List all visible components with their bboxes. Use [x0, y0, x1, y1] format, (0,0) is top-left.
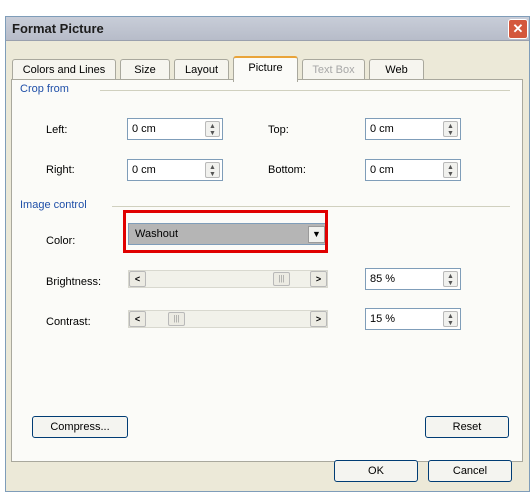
tab-size[interactable]: Size	[120, 59, 170, 81]
contrast-slider[interactable]: < ||| >	[128, 310, 328, 328]
image-control-group-heading: Image control	[20, 199, 91, 211]
arrow-left-icon[interactable]: <	[129, 271, 146, 287]
tab-picture[interactable]: Picture	[233, 56, 298, 82]
spin-arrows-icon[interactable]: ▲ ▼	[205, 162, 220, 178]
compress-button[interactable]: Compress...	[32, 416, 128, 438]
contrast-label: Contrast:	[46, 316, 91, 328]
crop-top-value: 0 cm	[370, 123, 394, 135]
brightness-slider-thumb[interactable]: |||	[273, 272, 290, 286]
spin-arrows-icon[interactable]: ▲ ▼	[443, 121, 458, 137]
ok-button[interactable]: OK	[334, 460, 418, 482]
color-dropdown-value: Washout	[135, 228, 179, 240]
crop-right-value: 0 cm	[132, 164, 156, 176]
crop-group-divider	[100, 90, 510, 91]
spin-arrows-icon[interactable]: ▲ ▼	[205, 121, 220, 137]
crop-left-label: Left:	[46, 124, 68, 136]
crop-bottom-spinner[interactable]: 0 cm ▲ ▼	[365, 159, 461, 181]
tab-colors-and-lines[interactable]: Colors and Lines	[12, 59, 116, 81]
contrast-value: 15 %	[370, 313, 396, 325]
tab-text-box: Text Box	[302, 59, 365, 81]
color-label: Color:	[46, 235, 76, 247]
brightness-value: 85 %	[370, 273, 396, 285]
contrast-spinner[interactable]: 15 % ▲ ▼	[365, 308, 461, 330]
spin-arrows-icon[interactable]: ▲ ▼	[443, 162, 458, 178]
crop-top-spinner[interactable]: 0 cm ▲ ▼	[365, 118, 461, 140]
tab-web[interactable]: Web	[369, 59, 424, 81]
tab-layout[interactable]: Layout	[174, 59, 229, 81]
reset-button[interactable]: Reset	[425, 416, 509, 438]
crop-left-spinner[interactable]: 0 cm ▲ ▼	[127, 118, 223, 140]
arrow-left-icon[interactable]: <	[129, 311, 146, 327]
crop-bottom-value: 0 cm	[370, 164, 394, 176]
color-dropdown[interactable]: Washout ▼	[128, 223, 328, 245]
brightness-spinner[interactable]: 85 % ▲ ▼	[365, 268, 461, 290]
arrow-right-icon[interactable]: >	[310, 271, 327, 287]
dialog-title: Format Picture	[12, 21, 104, 36]
crop-group-heading: Crop from	[20, 83, 73, 95]
cancel-button[interactable]: Cancel	[428, 460, 512, 482]
image-control-group-divider	[112, 206, 510, 207]
spin-arrows-icon[interactable]: ▲ ▼	[443, 271, 458, 287]
close-button[interactable]: ✕	[508, 19, 528, 39]
arrow-right-icon[interactable]: >	[310, 311, 327, 327]
crop-bottom-label: Bottom:	[268, 164, 306, 176]
crop-top-label: Top:	[268, 124, 289, 136]
chevron-down-icon[interactable]: ▼	[308, 226, 325, 243]
title-bar[interactable]: Format Picture ✕	[6, 17, 529, 41]
brightness-slider[interactable]: < ||| >	[128, 270, 328, 288]
crop-right-label: Right:	[46, 164, 75, 176]
brightness-label: Brightness:	[46, 276, 102, 288]
contrast-slider-thumb[interactable]: |||	[168, 312, 185, 326]
crop-right-spinner[interactable]: 0 cm ▲ ▼	[127, 159, 223, 181]
spin-arrows-icon[interactable]: ▲ ▼	[443, 311, 458, 327]
crop-left-value: 0 cm	[132, 123, 156, 135]
